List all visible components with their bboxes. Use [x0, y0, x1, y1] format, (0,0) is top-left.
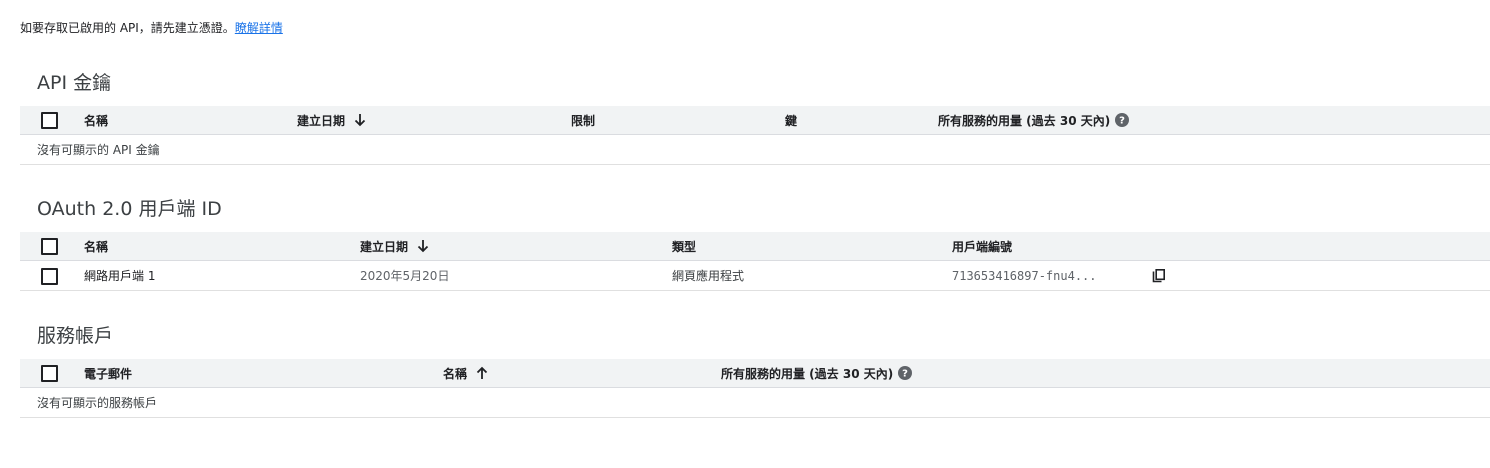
api-keys-select-all-checkbox[interactable] [41, 112, 58, 129]
column-header-type-label: 類型 [672, 239, 697, 254]
client-name[interactable]: 網路用戶端 1 [84, 267, 155, 284]
api-keys-table: 名稱 建立日期 限制 鍵 所有服務的用量 (過去 30 天內) ? 沒有可顯示的… [20, 106, 1490, 165]
column-header-usage-label: 所有服務的用量 (過去 30 天內) [938, 113, 1111, 128]
oauth-table: 名稱 建立日期 類型 用戶端編號 網路用戶端 1 2020年5月20日 網頁應用… [20, 232, 1490, 291]
column-header-created-label: 建立日期 [360, 239, 409, 254]
intro-text: 如要存取已啟用的 API，請先建立憑證。 [20, 21, 235, 35]
client-id-cell: 713653416897-fnu4... [952, 261, 1097, 290]
client-id-value: 713653416897-fnu4... [952, 268, 1097, 283]
column-header-created-label: 建立日期 [297, 113, 346, 128]
column-header-email[interactable]: 電子郵件 [84, 359, 132, 387]
column-header-name-label: 名稱 [84, 239, 109, 254]
help-circle-icon[interactable]: ? [898, 366, 913, 380]
client-created-date: 2020年5月20日 [360, 269, 450, 283]
api-keys-empty-row: 沒有可顯示的 API 金鑰 [20, 135, 1490, 165]
copy-icon[interactable] [1152, 268, 1166, 283]
arrow-up-icon[interactable] [475, 366, 489, 380]
column-header-name[interactable]: 名稱 [84, 232, 108, 260]
column-header-name-label: 名稱 [443, 366, 468, 381]
oauth-title: OAuth 2.0 用戶端 ID [37, 198, 222, 220]
arrow-down-icon[interactable] [353, 113, 367, 127]
column-header-client-id[interactable]: 用戶端編號 [952, 232, 1012, 260]
service-accounts-empty-row: 沒有可顯示的服務帳戶 [20, 388, 1490, 418]
service-accounts-select-all-checkbox[interactable] [41, 365, 58, 382]
svg-text:?: ? [902, 369, 908, 380]
service-accounts-empty-message: 沒有可顯示的服務帳戶 [37, 396, 158, 410]
client-name-cell[interactable]: 網路用戶端 1 [84, 261, 155, 290]
column-header-key: 鍵 [785, 106, 797, 134]
column-header-name[interactable]: 名稱 [443, 359, 489, 387]
service-accounts-title: 服務帳戶 [37, 325, 114, 347]
column-header-created[interactable]: 建立日期 [360, 232, 430, 260]
oauth-select-all-checkbox[interactable] [41, 238, 58, 255]
column-header-created[interactable]: 建立日期 [297, 106, 367, 134]
column-header-name-label: 名稱 [84, 113, 109, 128]
oauth-header-row: 名稱 建立日期 類型 用戶端編號 [20, 232, 1490, 261]
client-type-cell: 網頁應用程式 [672, 261, 744, 290]
client-created-cell: 2020年5月20日 [360, 261, 449, 290]
help-circle-icon[interactable]: ? [1115, 113, 1130, 127]
learn-more-link[interactable]: 瞭解詳情 [235, 21, 283, 35]
copy-cell [1152, 261, 1166, 290]
column-header-usage-label: 所有服務的用量 (過去 30 天內) [721, 366, 894, 381]
arrow-down-icon[interactable] [416, 239, 430, 253]
service-accounts-header-row: 電子郵件 名稱 所有服務的用量 (過去 30 天內) ? [20, 359, 1490, 388]
column-header-type[interactable]: 類型 [672, 232, 696, 260]
column-header-restrictions-label: 限制 [571, 113, 596, 128]
column-header-email-label: 電子郵件 [84, 366, 133, 381]
service-accounts-table: 電子郵件 名稱 所有服務的用量 (過去 30 天內) ? 沒有可顯示的服務帳戶 [20, 359, 1490, 418]
api-keys-header-row: 名稱 建立日期 限制 鍵 所有服務的用量 (過去 30 天內) ? [20, 106, 1490, 135]
api-keys-empty-message: 沒有可顯示的 API 金鑰 [37, 143, 160, 157]
row-checkbox[interactable] [41, 267, 58, 285]
table-row[interactable]: 網路用戶端 1 2020年5月20日 網頁應用程式 713653416897-f… [20, 261, 1490, 291]
column-header-client-id-label: 用戶端編號 [952, 239, 1013, 254]
intro-message: 如要存取已啟用的 API，請先建立憑證。瞭解詳情 [20, 19, 283, 36]
column-header-name[interactable]: 名稱 [84, 106, 108, 134]
column-header-key-label: 鍵 [785, 113, 798, 128]
api-keys-title: API 金鑰 [37, 72, 112, 94]
column-header-usage: 所有服務的用量 (過去 30 天內) ? [938, 106, 1130, 134]
client-type: 網頁應用程式 [672, 269, 745, 283]
svg-text:?: ? [1119, 116, 1125, 127]
credentials-page: 如要存取已啟用的 API，請先建立憑證。瞭解詳情 API 金鑰 名稱 建立日期 … [0, 0, 1490, 468]
column-header-usage: 所有服務的用量 (過去 30 天內) ? [721, 359, 913, 387]
column-header-restrictions: 限制 [571, 106, 595, 134]
